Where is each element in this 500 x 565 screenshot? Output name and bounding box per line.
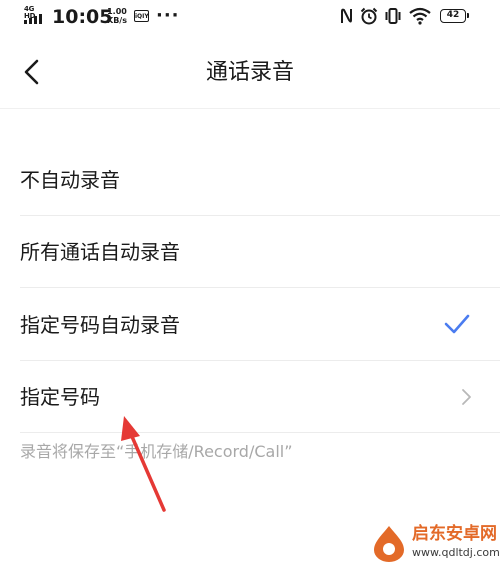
option-auto-record-specified[interactable]: 指定号码自动录音 xyxy=(0,289,500,361)
option-specified-numbers[interactable]: 指定号码 xyxy=(0,361,500,433)
watermark: 启东安卓网 www.qdltdj.com xyxy=(372,522,500,565)
divider xyxy=(20,432,500,433)
title-bar: 通话录音 xyxy=(0,36,500,109)
option-label: 指定号码 xyxy=(20,385,100,409)
alarm-icon xyxy=(360,7,378,25)
speed-value: 1.00 xyxy=(107,7,127,16)
wifi-icon xyxy=(409,7,431,25)
battery-icon: 42 xyxy=(440,9,469,23)
checkmark-icon xyxy=(444,314,470,334)
iqiyi-notification-icon: iQIY xyxy=(134,10,149,22)
status-bar: 4G HD 10:05 1.00 KB/s iQIY ··· 42 xyxy=(0,0,500,36)
battery-level: 42 xyxy=(446,10,460,20)
divider xyxy=(20,287,500,288)
watermark-logo-icon xyxy=(374,526,404,562)
signal-icon: 4G HD xyxy=(24,6,46,26)
option-auto-record-all[interactable]: 所有通话自动录音 xyxy=(0,216,500,288)
option-label: 不自动录音 xyxy=(20,168,120,192)
vibrate-icon xyxy=(385,8,401,24)
chevron-right-icon xyxy=(462,389,471,405)
network-speed: 1.00 KB/s xyxy=(107,7,127,25)
more-notifications-icon: ··· xyxy=(156,5,180,26)
status-time: 10:05 xyxy=(52,6,113,28)
option-label: 指定号码自动录音 xyxy=(20,313,180,337)
option-label: 所有通话自动录音 xyxy=(20,240,180,264)
speed-unit: KB/s xyxy=(107,16,127,25)
watermark-url: www.qdltdj.com xyxy=(412,546,500,559)
nfc-icon xyxy=(341,8,352,23)
option-no-auto-record[interactable]: 不自动录音 xyxy=(0,144,500,216)
annotation-arrow xyxy=(121,416,166,512)
page-title: 通话录音 xyxy=(205,60,294,85)
watermark-title: 启东安卓网 xyxy=(412,524,497,544)
